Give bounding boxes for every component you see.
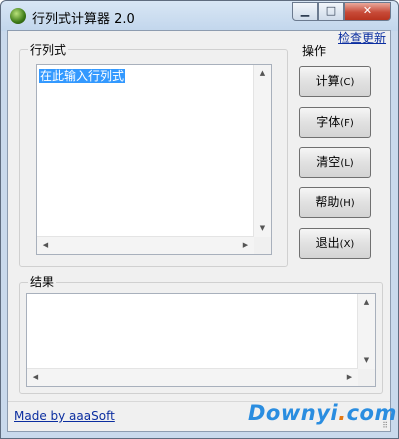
result-scroll-down-icon[interactable]: ▼: [358, 352, 375, 369]
check-update-link[interactable]: 检查更新: [338, 29, 386, 46]
help-label: 帮助: [315, 195, 340, 209]
matrix-input-text: 在此输入行列式: [39, 69, 126, 83]
result-output[interactable]: ▲ ▼ ◀ ▶: [26, 293, 376, 387]
calculate-accel: (C): [339, 77, 355, 88]
minimize-button[interactable]: ▁: [292, 2, 318, 21]
scroll-corner: [254, 237, 271, 254]
close-button[interactable]: ✕: [344, 2, 391, 21]
exit-button[interactable]: 退出(X): [299, 228, 371, 259]
matrix-vertical-scrollbar[interactable]: ▲ ▼: [253, 65, 271, 237]
calculate-label: 计算: [315, 74, 340, 88]
matrix-input[interactable]: 在此输入行列式 ▲ ▼ ◀ ▶: [36, 64, 272, 255]
font-accel: (F): [340, 118, 354, 129]
watermark-dot: .: [338, 401, 347, 425]
clear-label: 清空: [316, 155, 341, 169]
title-bar[interactable]: 行列式计算器 2.0 ▁ □ ✕: [1, 1, 398, 31]
maximize-button[interactable]: □: [318, 2, 344, 21]
watermark-logo: Downyi.com: [248, 401, 397, 425]
matrix-horizontal-scrollbar[interactable]: ◀ ▶: [37, 236, 254, 254]
clear-button[interactable]: 清空(L): [299, 147, 371, 178]
result-horizontal-scrollbar[interactable]: ◀ ▶: [27, 368, 358, 386]
clear-accel: (L): [340, 158, 354, 169]
exit-label: 退出: [315, 236, 340, 250]
window-title: 行列式计算器 2.0: [32, 12, 135, 27]
scroll-down-icon[interactable]: ▼: [254, 220, 271, 237]
help-button[interactable]: 帮助(H): [299, 187, 371, 218]
matrix-group-label: 行列式: [28, 41, 69, 58]
exit-accel: (X): [339, 239, 355, 250]
help-accel: (H): [339, 198, 355, 209]
calculate-button[interactable]: 计算(C): [299, 66, 371, 97]
result-scroll-up-icon[interactable]: ▲: [358, 294, 375, 311]
result-scroll-corner: [358, 369, 375, 386]
font-label: 字体: [316, 115, 341, 129]
client-area: 检查更新 行列式 在此输入行列式 ▲ ▼ ◀ ▶ 操作 计算(C) 字体(F) …: [7, 30, 391, 432]
made-by-link[interactable]: Made by aaaSoft: [14, 409, 115, 423]
app-icon: [10, 8, 26, 24]
watermark-text-b: com: [346, 401, 397, 425]
result-group-label: 结果: [28, 273, 57, 290]
result-vertical-scrollbar[interactable]: ▲ ▼: [357, 294, 375, 369]
scroll-left-icon[interactable]: ◀: [37, 237, 54, 254]
watermark-text-a: Downyi: [248, 401, 339, 425]
result-scroll-right-icon[interactable]: ▶: [341, 369, 358, 386]
result-scroll-left-icon[interactable]: ◀: [27, 369, 44, 386]
font-button[interactable]: 字体(F): [299, 107, 371, 138]
actions-label: 操作: [300, 42, 329, 59]
scroll-up-icon[interactable]: ▲: [254, 65, 271, 82]
scroll-right-icon[interactable]: ▶: [237, 237, 254, 254]
